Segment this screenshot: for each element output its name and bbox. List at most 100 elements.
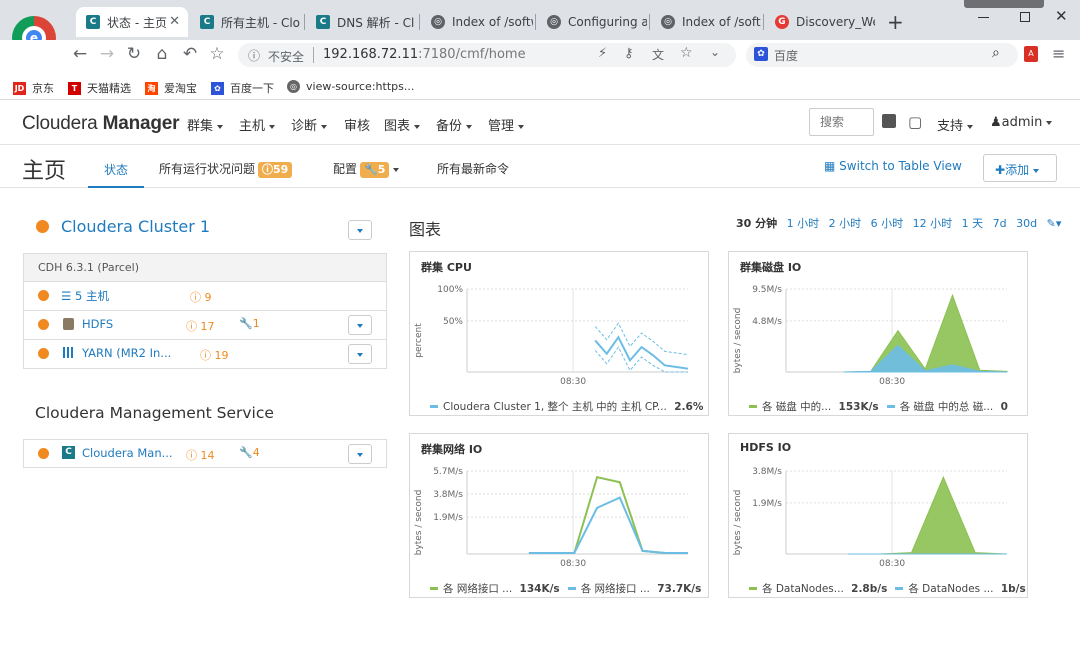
edit-pencil-icon[interactable]: ✎▾ xyxy=(1047,217,1062,230)
bolt-icon[interactable]: ⚡ xyxy=(598,46,607,61)
forward-icon[interactable]: → xyxy=(96,44,118,64)
service-actions-dropdown[interactable] xyxy=(348,344,372,364)
menu-support[interactable]: 支持 xyxy=(937,115,974,134)
taobao-icon: 淘 xyxy=(145,81,158,95)
health-issue-count[interactable]: ⓘ 17 xyxy=(186,318,215,334)
add-button[interactable]: ✚添加 xyxy=(983,154,1057,182)
hdfs-link[interactable]: HDFS xyxy=(82,317,113,331)
close-tab-icon[interactable]: ✕ xyxy=(169,14,180,29)
menu-charts[interactable]: 图表 xyxy=(384,115,421,134)
search-icon[interactable]: ⌕ xyxy=(992,45,1000,61)
chart-legend: Cloudera Cluster 1, 整个 主机 中的 主机 CP... 2.… xyxy=(430,399,703,414)
service-actions-dropdown[interactable] xyxy=(348,444,372,464)
management-service-row[interactable]: C Cloudera Man... ⓘ 14 🔧4 xyxy=(23,439,387,468)
tour-icon[interactable]: ▢ xyxy=(908,113,922,131)
close-window-icon[interactable]: ✕ xyxy=(1055,7,1068,25)
key-icon[interactable]: ⚷ xyxy=(624,46,634,61)
bookmark-taobao[interactable]: 淘爱淘宝 xyxy=(145,80,197,96)
chart-card-cpu[interactable]: 群集 CPU percent 08:30 100% 50% Cloudera Clust… xyxy=(409,251,709,416)
config-issue-count[interactable]: 🔧1 xyxy=(239,317,260,330)
chart-card-network-io[interactable]: 群集网络 IO bytes / second 08:30 5.7M/s 3.8M/s 1.… xyxy=(409,433,709,598)
management-service-link[interactable]: Cloudera Man... xyxy=(82,446,173,460)
range-30m[interactable]: 30 分钟 xyxy=(736,217,777,230)
tab-configuration[interactable]: 配置 🔧5 xyxy=(333,160,400,178)
bookmark-view-source[interactable]: ◎ view-source:https... xyxy=(287,80,414,93)
list-icon: ☰ xyxy=(61,289,72,303)
undo-icon[interactable]: ↶ xyxy=(179,44,201,64)
cluster-row-hdfs[interactable]: HDFS ⓘ 17 🔧1 xyxy=(23,311,387,340)
window-bar-icon xyxy=(964,0,1044,8)
star-icon[interactable]: ☆ xyxy=(206,44,228,64)
config-issue-count[interactable]: 🔧4 xyxy=(239,446,260,459)
browser-tab[interactable]: ◎ Index of /softw xyxy=(421,7,533,37)
new-tab-icon[interactable]: + xyxy=(887,10,904,34)
range-6h[interactable]: 6 小时 xyxy=(871,217,904,230)
bookmark-baidu[interactable]: ✿ 百度一下 xyxy=(211,80,274,96)
tab-health-issues[interactable]: 所有运行状况问题 ⓘ59 xyxy=(159,160,293,178)
browser-tab[interactable]: ◎ Configuring a xyxy=(537,7,647,37)
series-area xyxy=(843,293,1008,373)
pdf-extension-icon[interactable]: A xyxy=(1024,46,1038,62)
home-icon[interactable]: ⌂ xyxy=(151,44,173,64)
cluster-name-link[interactable]: Cloudera Cluster 1 xyxy=(61,217,210,236)
cluster-row-hosts[interactable]: ☰ 5 主机 ⓘ 9 xyxy=(23,282,387,311)
menu-hosts[interactable]: 主机 xyxy=(239,115,276,134)
gift-icon[interactable] xyxy=(882,114,896,128)
browser-tab[interactable]: ◎ Index of /softw xyxy=(651,7,761,37)
maximize-icon[interactable] xyxy=(1020,12,1030,22)
bookmark-tmall[interactable]: T 天猫精选 xyxy=(68,80,131,96)
minimize-icon[interactable] xyxy=(978,17,989,18)
url-divider xyxy=(313,47,314,63)
menu-user[interactable]: ♟admin xyxy=(990,115,1053,130)
menu-audits[interactable]: 审核 xyxy=(344,115,370,134)
health-issue-count[interactable]: ⓘ 9 xyxy=(190,289,212,305)
page-title: 主页 xyxy=(22,159,67,184)
bookmark-star-icon[interactable]: ☆ xyxy=(680,45,693,61)
range-12h[interactable]: 12 小时 xyxy=(913,217,953,230)
reload-icon[interactable]: ↻ xyxy=(123,44,145,64)
jd-icon: JD xyxy=(13,81,26,95)
range-7d[interactable]: 7d xyxy=(993,217,1007,230)
hosts-link[interactable]: ☰ 5 主机 xyxy=(61,288,109,304)
menu-icon[interactable]: ≡ xyxy=(1052,44,1065,63)
health-issue-count[interactable]: ⓘ 14 xyxy=(186,447,215,463)
cluster-row-yarn[interactable]: YARN (MR2 In... ⓘ 19 xyxy=(23,340,387,369)
yarn-icon xyxy=(63,347,74,358)
browser-tab[interactable]: C DNS 解析 - Cl xyxy=(306,7,416,37)
switch-to-table-view-link[interactable]: ▦ Switch to Table View xyxy=(824,159,962,173)
tab-recent-commands[interactable]: 所有最新命令 xyxy=(437,160,509,177)
dropdown-icon[interactable]: ⌄ xyxy=(710,45,720,59)
yarn-link[interactable]: YARN (MR2 In... xyxy=(82,346,171,360)
chart-card-disk-io[interactable]: 群集磁盘 IO bytes / second 08:30 9.5M/s 4.8M/s 各… xyxy=(728,251,1028,416)
series-line xyxy=(528,475,688,554)
menu-backup[interactable]: 备份 xyxy=(436,115,473,134)
tab-status[interactable]: 状态 xyxy=(88,146,144,188)
range-1d[interactable]: 1 天 xyxy=(962,217,984,230)
caret-icon xyxy=(518,124,525,129)
range-30d[interactable]: 30d xyxy=(1016,217,1037,230)
app-search-input[interactable] xyxy=(809,108,874,136)
back-icon[interactable]: ← xyxy=(69,44,91,64)
range-2h[interactable]: 2 小时 xyxy=(829,217,862,230)
chart-card-hdfs-io[interactable]: HDFS IO bytes / second 08:30 3.8M/s 1.9M/s 各… xyxy=(728,433,1028,598)
translate-icon[interactable]: 文 xyxy=(652,46,664,63)
cluster-actions-dropdown[interactable] xyxy=(348,220,372,240)
search-engine-box[interactable]: ✿ 百度 ⌕ xyxy=(746,43,1018,67)
bookmark-jd[interactable]: JD 京东 xyxy=(13,80,54,96)
url-text: 192.168.72.11:7180/cmf/home xyxy=(323,47,526,62)
range-1h[interactable]: 1 小时 xyxy=(787,217,820,230)
health-issue-count[interactable]: ⓘ 19 xyxy=(200,347,229,363)
browser-tab[interactable]: C 所有主机 - Clo xyxy=(190,7,302,37)
service-actions-dropdown[interactable] xyxy=(348,315,372,335)
address-bar[interactable]: ⓘ 不安全 192.168.72.11:7180/cmf/home ⚡ ⚷ 文 … xyxy=(238,43,736,67)
series-line xyxy=(528,496,688,554)
info-icon: ⓘ xyxy=(248,49,261,63)
chart-legend: 各 磁盘 中的... 153K/s 各 磁盘 中的总 磁... 0 xyxy=(749,399,1008,414)
menu-clusters[interactable]: 群集 xyxy=(187,115,224,134)
menu-admin[interactable]: 管理 xyxy=(488,115,525,134)
browser-tab[interactable]: G Discovery_We xyxy=(765,7,875,37)
cloudera-favicon-icon: C xyxy=(86,15,100,29)
menu-diagnostics[interactable]: 诊断 xyxy=(291,115,328,134)
browser-tab-active[interactable]: C 状态 - 主页 ✕ xyxy=(76,7,188,37)
app-brand[interactable]: Cloudera Manager xyxy=(22,113,180,135)
